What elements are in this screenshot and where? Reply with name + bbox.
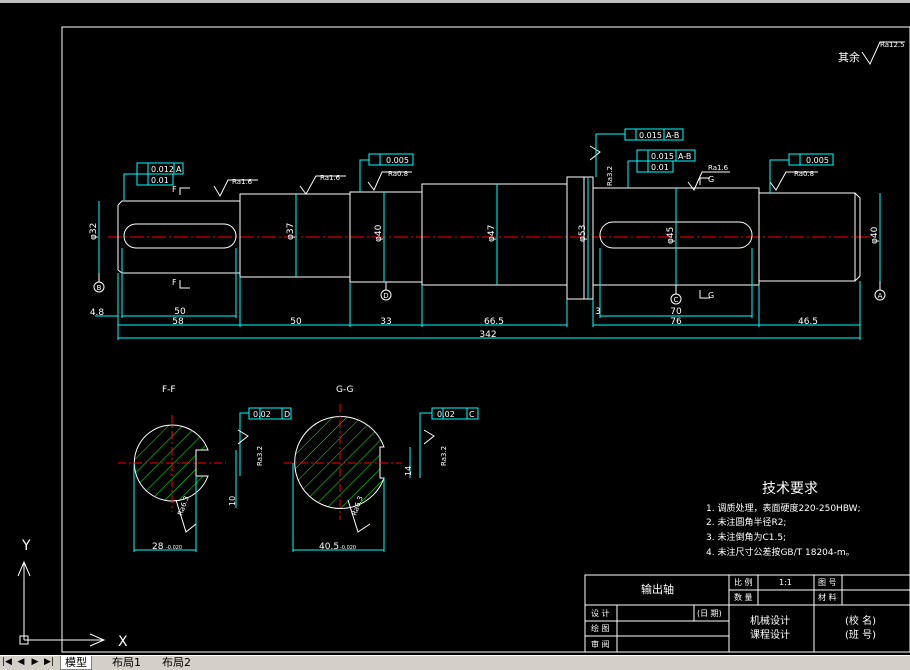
other-surfaces-label: 其余 xyxy=(838,50,860,64)
tab-model[interactable]: 模型 xyxy=(60,656,92,670)
tol-left-b: 0.01 xyxy=(151,176,169,185)
section-f-width: 28 xyxy=(152,542,164,552)
ucs-x-label: X xyxy=(118,634,128,650)
section-g-top: G xyxy=(708,175,714,184)
class-number: (班 号) xyxy=(845,629,876,641)
part-name: 输出轴 xyxy=(641,582,674,596)
date-label: (日 期) xyxy=(697,609,722,618)
ratio-value: 1:1 xyxy=(779,578,792,587)
datum-a-label: A xyxy=(878,292,883,300)
tol-right-b: 0.01 xyxy=(651,163,669,172)
drawing-canvas[interactable]: 其余 Ra12.5 φ32 φ37 φ40 φ47 φ53 φ45 φ40 4.… xyxy=(0,0,910,669)
course-line2: 课程设计 xyxy=(750,628,790,641)
section-g-roughness xyxy=(423,429,435,445)
next-tab-arrow-icon[interactable]: ▶ xyxy=(30,657,40,668)
ra-mid-journal: Ra1.6 xyxy=(320,174,341,182)
tech-requirements-title: 技术要求 xyxy=(762,481,818,497)
datum-b-label: B xyxy=(97,284,102,292)
reviewer-label: 审 阅 xyxy=(591,639,610,649)
general-roughness: Ra12.5 xyxy=(880,41,905,49)
drawing-no-label: 图 号 xyxy=(818,578,837,587)
ratio-label: 比 例 xyxy=(734,577,753,587)
prev-tab-arrow-icon[interactable]: ◀ xyxy=(16,657,26,668)
tol-mid: 0.005 xyxy=(386,156,409,165)
dim-seg5: 76 xyxy=(670,317,682,327)
ucs-icon xyxy=(17,560,106,647)
section-g-width-tol: -0.020 xyxy=(340,545,356,551)
last-tab-arrow-icon[interactable]: ▶| xyxy=(44,657,54,668)
tech-req-2: 2. 未注圆角半径R2; xyxy=(706,516,786,528)
dim-chamfer-left: 4.8 xyxy=(90,308,105,318)
section-g-width: 40.5 xyxy=(319,542,339,552)
tol-shoulder-ref: A-B xyxy=(666,131,679,140)
tech-req-4: 4. 未注尺寸公差按GB/T 18204-m。 xyxy=(706,546,855,558)
dim-key-right: 70 xyxy=(670,307,682,317)
diameter-4: φ47 xyxy=(487,225,497,242)
tol-section-g-ref: C xyxy=(469,410,475,419)
tab-layout2[interactable]: 布局2 xyxy=(158,656,195,669)
tech-req-3: 3. 未注倒角为C1.5; xyxy=(706,531,786,543)
section-g-key-depth: 14 xyxy=(404,466,413,476)
tab-layout1[interactable]: 布局1 xyxy=(108,656,145,669)
tol-left-a: 0.012 xyxy=(151,165,174,174)
datum-markers xyxy=(93,273,886,305)
section-g-title: G-G xyxy=(336,385,354,395)
section-f-title: F-F xyxy=(162,385,176,395)
diameter-1: φ32 xyxy=(89,223,99,240)
diameter-3: φ40 xyxy=(374,224,384,242)
diameter-7: φ40 xyxy=(870,226,880,244)
ucs-y-label: Y xyxy=(21,538,31,554)
section-f-width-tol: -0.020 xyxy=(166,545,182,551)
ra-section-f: Ra3.2 xyxy=(256,446,264,466)
ra-right-end: Ra0.8 xyxy=(794,170,814,178)
first-tab-arrow-icon[interactable]: |◀ xyxy=(2,657,12,668)
dim-seg3: 33 xyxy=(380,317,391,327)
material-label: 材 料 xyxy=(818,592,837,602)
datum-d-label: D xyxy=(383,292,388,300)
section-cut-marks xyxy=(179,177,710,299)
diameter-6: φ45 xyxy=(666,227,676,244)
dim-collar: 3 xyxy=(595,307,601,317)
dim-key-left: 50 xyxy=(174,307,186,317)
dim-seg1: 58 xyxy=(172,317,184,327)
ra-shoulder: Ra3.2 xyxy=(606,166,614,186)
tol-right-a-ref: A-B xyxy=(678,152,691,161)
section-f-top: F xyxy=(172,185,177,194)
dim-total: 342 xyxy=(479,330,496,340)
diameter-2: φ37 xyxy=(286,223,296,240)
datum-c-label: C xyxy=(674,296,679,304)
ra-center: Ra0.8 xyxy=(388,170,408,178)
ra-left-journal: Ra1.6 xyxy=(232,178,253,186)
quantity-label: 数 量 xyxy=(734,592,753,602)
ra-section-g: Ra3.2 xyxy=(440,446,448,466)
section-f-bottom: F xyxy=(172,278,177,287)
tol-shoulder: 0.015 xyxy=(639,131,662,140)
length-dimension-lines xyxy=(95,315,860,339)
dim-seg2: 50 xyxy=(290,317,302,327)
dim-seg4: 66.5 xyxy=(484,317,504,327)
window-top-edge xyxy=(0,0,910,3)
tol-section-f: 0.02 xyxy=(253,410,271,419)
tol-section-f-ref: D xyxy=(284,410,290,419)
section-g-bottom: G xyxy=(708,291,714,300)
tol-left-a-ref: A xyxy=(176,165,182,174)
tol-section-g: 0.02 xyxy=(437,410,455,419)
tol-right-a: 0.015 xyxy=(651,152,674,161)
designer-label: 设 计 xyxy=(591,608,610,618)
dim-seg6: 46.5 xyxy=(798,317,818,327)
keyway-left xyxy=(123,223,237,249)
diameter-5: φ53 xyxy=(578,225,588,242)
ra-right-upper: Ra1.6 xyxy=(708,164,729,172)
drafter-label: 绘 图 xyxy=(591,623,610,633)
tol-right-end: 0.005 xyxy=(806,156,829,165)
school-name: (校 名) xyxy=(845,614,876,627)
course-line1: 机械设计 xyxy=(750,614,790,627)
section-f-key-depth: 10 xyxy=(228,496,237,506)
shoulder-roughness-symbol xyxy=(589,145,601,161)
tech-req-1: 1. 调质处理，表面硬度220-250HBW; xyxy=(706,502,861,514)
layout-tab-bar: |◀ ◀ ▶ ▶| 模型 布局1 布局2 xyxy=(0,655,910,670)
